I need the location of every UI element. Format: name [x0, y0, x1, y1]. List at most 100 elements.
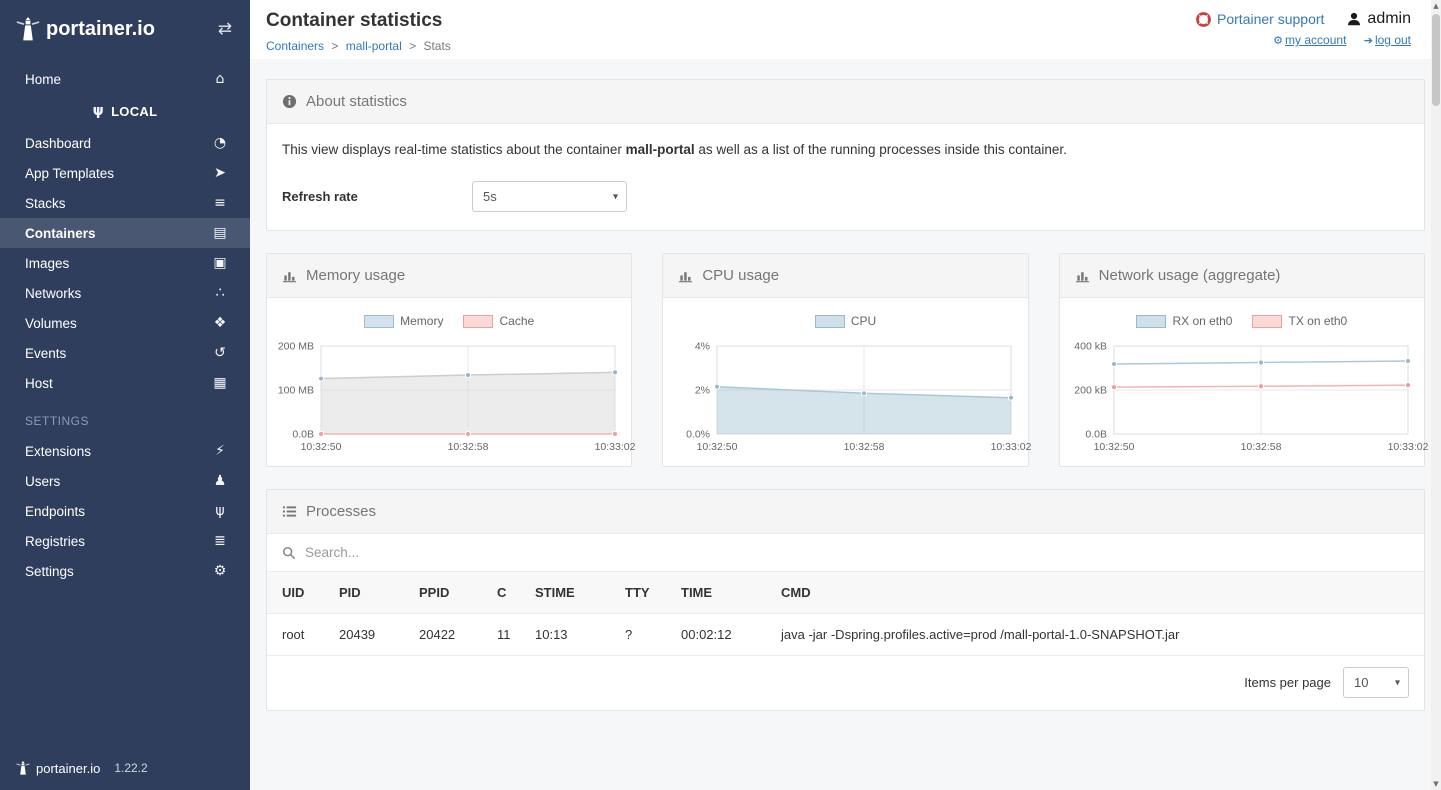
processes-header: Processes	[267, 490, 1424, 534]
cpu-usage-title: CPU usage	[702, 267, 779, 284]
sidebar-section-label: LOCAL	[111, 104, 157, 119]
portainer-support-link[interactable]: Portainer support	[1196, 11, 1324, 27]
user-menu[interactable]: admin	[1346, 10, 1411, 28]
page-title: Container statistics	[266, 10, 451, 32]
refresh-rate-select-wrap: 5s	[472, 181, 627, 212]
sidebar-item-containers[interactable]: Containers▤	[0, 218, 250, 248]
breadcrumb-current: Stats	[423, 39, 450, 53]
networks-icon: ∴	[210, 285, 230, 301]
sidebar-item-label: Users	[25, 474, 60, 489]
about-statistics-title: About statistics	[306, 93, 407, 110]
svg-text:100 MB: 100 MB	[278, 385, 314, 397]
breadcrumb-container-link[interactable]: mall-portal	[346, 39, 402, 53]
username-label: admin	[1367, 10, 1411, 28]
sidebar-item-home[interactable]: Home⌂	[0, 64, 250, 94]
endpoints-icon: ψ	[210, 503, 230, 519]
lighthouse-icon	[16, 16, 40, 42]
cpu-chart-legend: CPU	[671, 314, 1019, 328]
legend-swatch	[1136, 315, 1166, 328]
column-header-c: C	[487, 572, 525, 614]
sidebar-item-endpoints[interactable]: Endpointsψ	[0, 496, 250, 526]
sidebar-item-label: Images	[25, 256, 69, 271]
sidebar-item-networks[interactable]: Networks∴	[0, 278, 250, 308]
host-icon: ▦	[210, 375, 230, 391]
app-root: portainer.io ⇄ Home⌂ψLOCALDashboard◔App …	[0, 0, 1441, 790]
my-account-link[interactable]: ⚙my account	[1273, 33, 1346, 47]
users-icon: ♟	[210, 473, 230, 489]
sidebar: portainer.io ⇄ Home⌂ψLOCALDashboard◔App …	[0, 0, 250, 790]
about-statistics-body: This view displays real-time statistics …	[267, 124, 1424, 230]
about-statistics-widget: About statistics This view displays real…	[266, 79, 1425, 231]
sidebar-item-events[interactable]: Events↺	[0, 338, 250, 368]
sidebar-item-label: Host	[25, 376, 53, 391]
sidebar-item-label: Extensions	[25, 444, 91, 459]
breadcrumb-containers-link[interactable]: Containers	[266, 39, 324, 53]
process-cell: root	[267, 614, 329, 656]
log-out-label: log out	[1375, 33, 1411, 47]
vertical-scrollbar[interactable]: ▲ ▼	[1431, 0, 1441, 790]
sidebar-item-label: Containers	[25, 226, 96, 241]
sidebar-item-users[interactable]: Users ♟	[0, 466, 250, 496]
cpu-usage-widget: CPU usage CPU 4%2%0.0%10:32:5010:32:5810…	[662, 253, 1028, 467]
column-header-pid: PID	[329, 572, 409, 614]
scroll-thumb[interactable]	[1432, 14, 1440, 106]
refresh-rate-label: Refresh rate	[282, 189, 472, 204]
svg-text:10:32:50: 10:32:50	[301, 441, 342, 453]
portainer-logo[interactable]: portainer.io	[16, 16, 155, 42]
search-bar	[267, 534, 1424, 572]
search-icon	[282, 546, 296, 560]
sidebar-item-label: Volumes	[25, 316, 77, 331]
memory-chart: 200 MB100 MB0.0B10:32:5010:32:5810:33:02	[275, 338, 623, 456]
version-label: 1.22.2	[114, 761, 147, 775]
svg-text:10:32:58: 10:32:58	[844, 441, 885, 453]
sidebar-item-dashboard[interactable]: Dashboard◔	[0, 128, 250, 158]
app-templates-icon: ➤	[210, 165, 230, 181]
column-header-cmd: CMD	[771, 572, 1424, 614]
sidebar-item-images[interactable]: Images ▣	[0, 248, 250, 278]
table-body: root20439204221110:13?00:02:12java -jar …	[267, 614, 1424, 656]
sidebar-item-stacks[interactable]: Stacks≡	[0, 188, 250, 218]
about-statistics-header: About statistics	[267, 80, 1424, 124]
network-chart: 400 kB200 kB0.0B10:32:5010:32:5810:33:02	[1068, 338, 1416, 456]
scroll-up-arrow[interactable]: ▲	[1431, 0, 1441, 12]
wrench-icon: ⚙	[1273, 34, 1283, 47]
sidebar-item-host[interactable]: Host ▦	[0, 368, 250, 398]
items-per-page-label: Items per page	[1244, 675, 1331, 690]
sidebar-item-label: Settings	[25, 564, 74, 579]
sign-out-icon: ➔	[1364, 34, 1373, 47]
logo-text: portainer.io	[46, 18, 155, 41]
log-out-link[interactable]: ➔log out	[1364, 33, 1411, 47]
refresh-rate-select[interactable]: 5s	[472, 181, 627, 212]
sidebar-item-settings[interactable]: Settings⚙	[0, 556, 250, 586]
sidebar-item-volumes[interactable]: Volumes❖	[0, 308, 250, 338]
legend-label: Cache	[499, 314, 534, 328]
search-input[interactable]	[305, 545, 725, 560]
process-cell: ?	[615, 614, 671, 656]
images-icon: ▣	[210, 255, 230, 271]
life-ring-icon	[1196, 12, 1211, 27]
sidebar-item-label: Registries	[25, 534, 85, 549]
svg-text:400 kB: 400 kB	[1074, 341, 1107, 353]
charts-row: Memory usage MemoryCache 200 MB100 MB0.0…	[266, 253, 1425, 467]
sidebar-item-label: Events	[25, 346, 66, 361]
scroll-down-arrow[interactable]: ▼	[1431, 778, 1441, 790]
memory-chart-legend: Memory Cache	[275, 314, 623, 328]
sidebar-footer: portainer.io 1.22.2	[0, 748, 250, 790]
svg-text:200 MB: 200 MB	[278, 341, 314, 353]
main-area: Container statistics Containers > mall-p…	[250, 0, 1441, 790]
sidebar-section-local: ψLOCAL	[0, 94, 250, 128]
network-usage-header: Network usage (aggregate)	[1060, 254, 1424, 298]
legend-cache: Cache	[463, 314, 534, 328]
sidebar-nav: Home⌂ψLOCALDashboard◔App Templates➤Stack…	[0, 58, 250, 748]
sidebar-item-app-templates[interactable]: App Templates➤	[0, 158, 250, 188]
sidebar-item-extensions[interactable]: Extensions⚡	[0, 436, 250, 466]
sidebar-item-registries[interactable]: Registries≣	[0, 526, 250, 556]
legend-tx-on-eth0: TX on eth0	[1252, 314, 1347, 328]
tasks-icon	[282, 504, 297, 519]
process-cell: 00:02:12	[671, 614, 771, 656]
items-per-page-select[interactable]: 10	[1343, 667, 1409, 698]
memory-usage-title: Memory usage	[306, 267, 405, 284]
legend-memory: Memory	[364, 314, 443, 328]
process-row: root20439204221110:13?00:02:12java -jar …	[267, 614, 1424, 656]
sidebar-toggle-icon[interactable]: ⇄	[218, 19, 232, 39]
